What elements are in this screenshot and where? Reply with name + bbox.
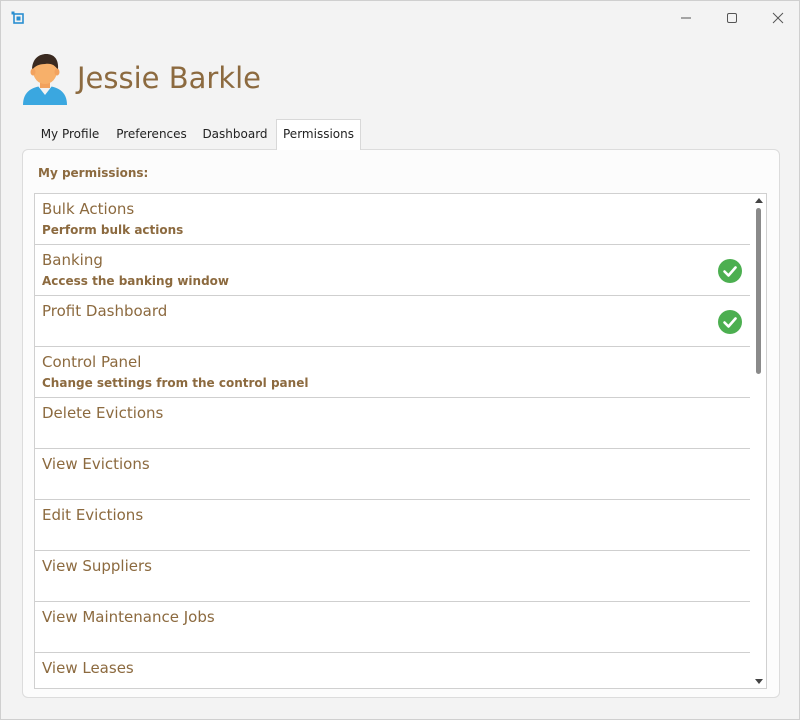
permission-row[interactable]: View Leases [35, 653, 750, 688]
maximize-button[interactable] [709, 1, 755, 35]
tab-permissions[interactable]: Permissions [276, 119, 361, 150]
permission-title: View Maintenance Jobs [42, 608, 215, 626]
scroll-thumb[interactable] [756, 208, 761, 374]
maximize-icon [727, 13, 737, 23]
app-icon [11, 11, 24, 24]
permission-row[interactable]: Edit Evictions [35, 500, 750, 551]
permission-row[interactable]: Profit Dashboard [35, 296, 750, 347]
permission-title: View Leases [42, 659, 134, 677]
permission-row[interactable]: Control Panel Change settings from the co… [35, 347, 750, 398]
green-check-circle-icon [718, 310, 742, 334]
title-bar[interactable] [1, 1, 799, 35]
permission-title: Bulk Actions [42, 200, 135, 218]
permission-description: Change settings from the control panel [42, 376, 309, 390]
permission-row[interactable]: View Evictions [35, 449, 750, 500]
close-button[interactable] [755, 1, 799, 35]
permission-description: Access the banking window [42, 274, 230, 288]
section-label: My permissions: [38, 166, 149, 180]
user-name: Jessie Barkle [77, 61, 262, 95]
permission-title: Control Panel [42, 353, 142, 371]
permission-row[interactable]: Delete Evictions [35, 398, 750, 449]
tab-my-profile[interactable]: My Profile [31, 120, 109, 149]
permission-title: Delete Evictions [42, 404, 164, 422]
tab-preferences[interactable]: Preferences [109, 120, 194, 149]
permission-description: Perform bulk actions [42, 223, 184, 237]
permissions-window: Jessie Barkle My Profile Preferences Das… [0, 0, 800, 720]
permissions-list[interactable]: Bulk Actions Perform bulk actions Banking A… [34, 193, 767, 689]
permission-title: View Suppliers [42, 557, 152, 575]
scroll-down-arrow-icon[interactable] [755, 677, 763, 685]
permissions-panel: My permissions: Bulk Actions Perform bulk… [22, 149, 780, 698]
scroll-up-arrow-icon[interactable] [755, 197, 763, 205]
close-icon [772, 12, 784, 24]
vertical-scrollbar[interactable] [752, 194, 766, 688]
permission-row[interactable]: Bulk Actions Perform bulk actions [35, 194, 750, 245]
permission-title: Edit Evictions [42, 506, 144, 524]
permission-row[interactable]: View Maintenance Jobs [35, 602, 750, 653]
permission-title: Profit Dashboard [42, 302, 168, 320]
minimize-button[interactable] [663, 1, 709, 35]
permission-title: View Evictions [42, 455, 150, 473]
tab-dashboard[interactable]: Dashboard [194, 120, 276, 149]
permissions-list-items: Bulk Actions Perform bulk actions Banking A… [35, 194, 750, 688]
green-check-circle-icon [718, 259, 742, 283]
minimize-icon [681, 17, 691, 19]
permission-row[interactable]: View Suppliers [35, 551, 750, 602]
permission-row[interactable]: Banking Access the banking window [35, 245, 750, 296]
permission-title: Banking [42, 251, 103, 269]
person-avatar-icon [23, 54, 67, 105]
